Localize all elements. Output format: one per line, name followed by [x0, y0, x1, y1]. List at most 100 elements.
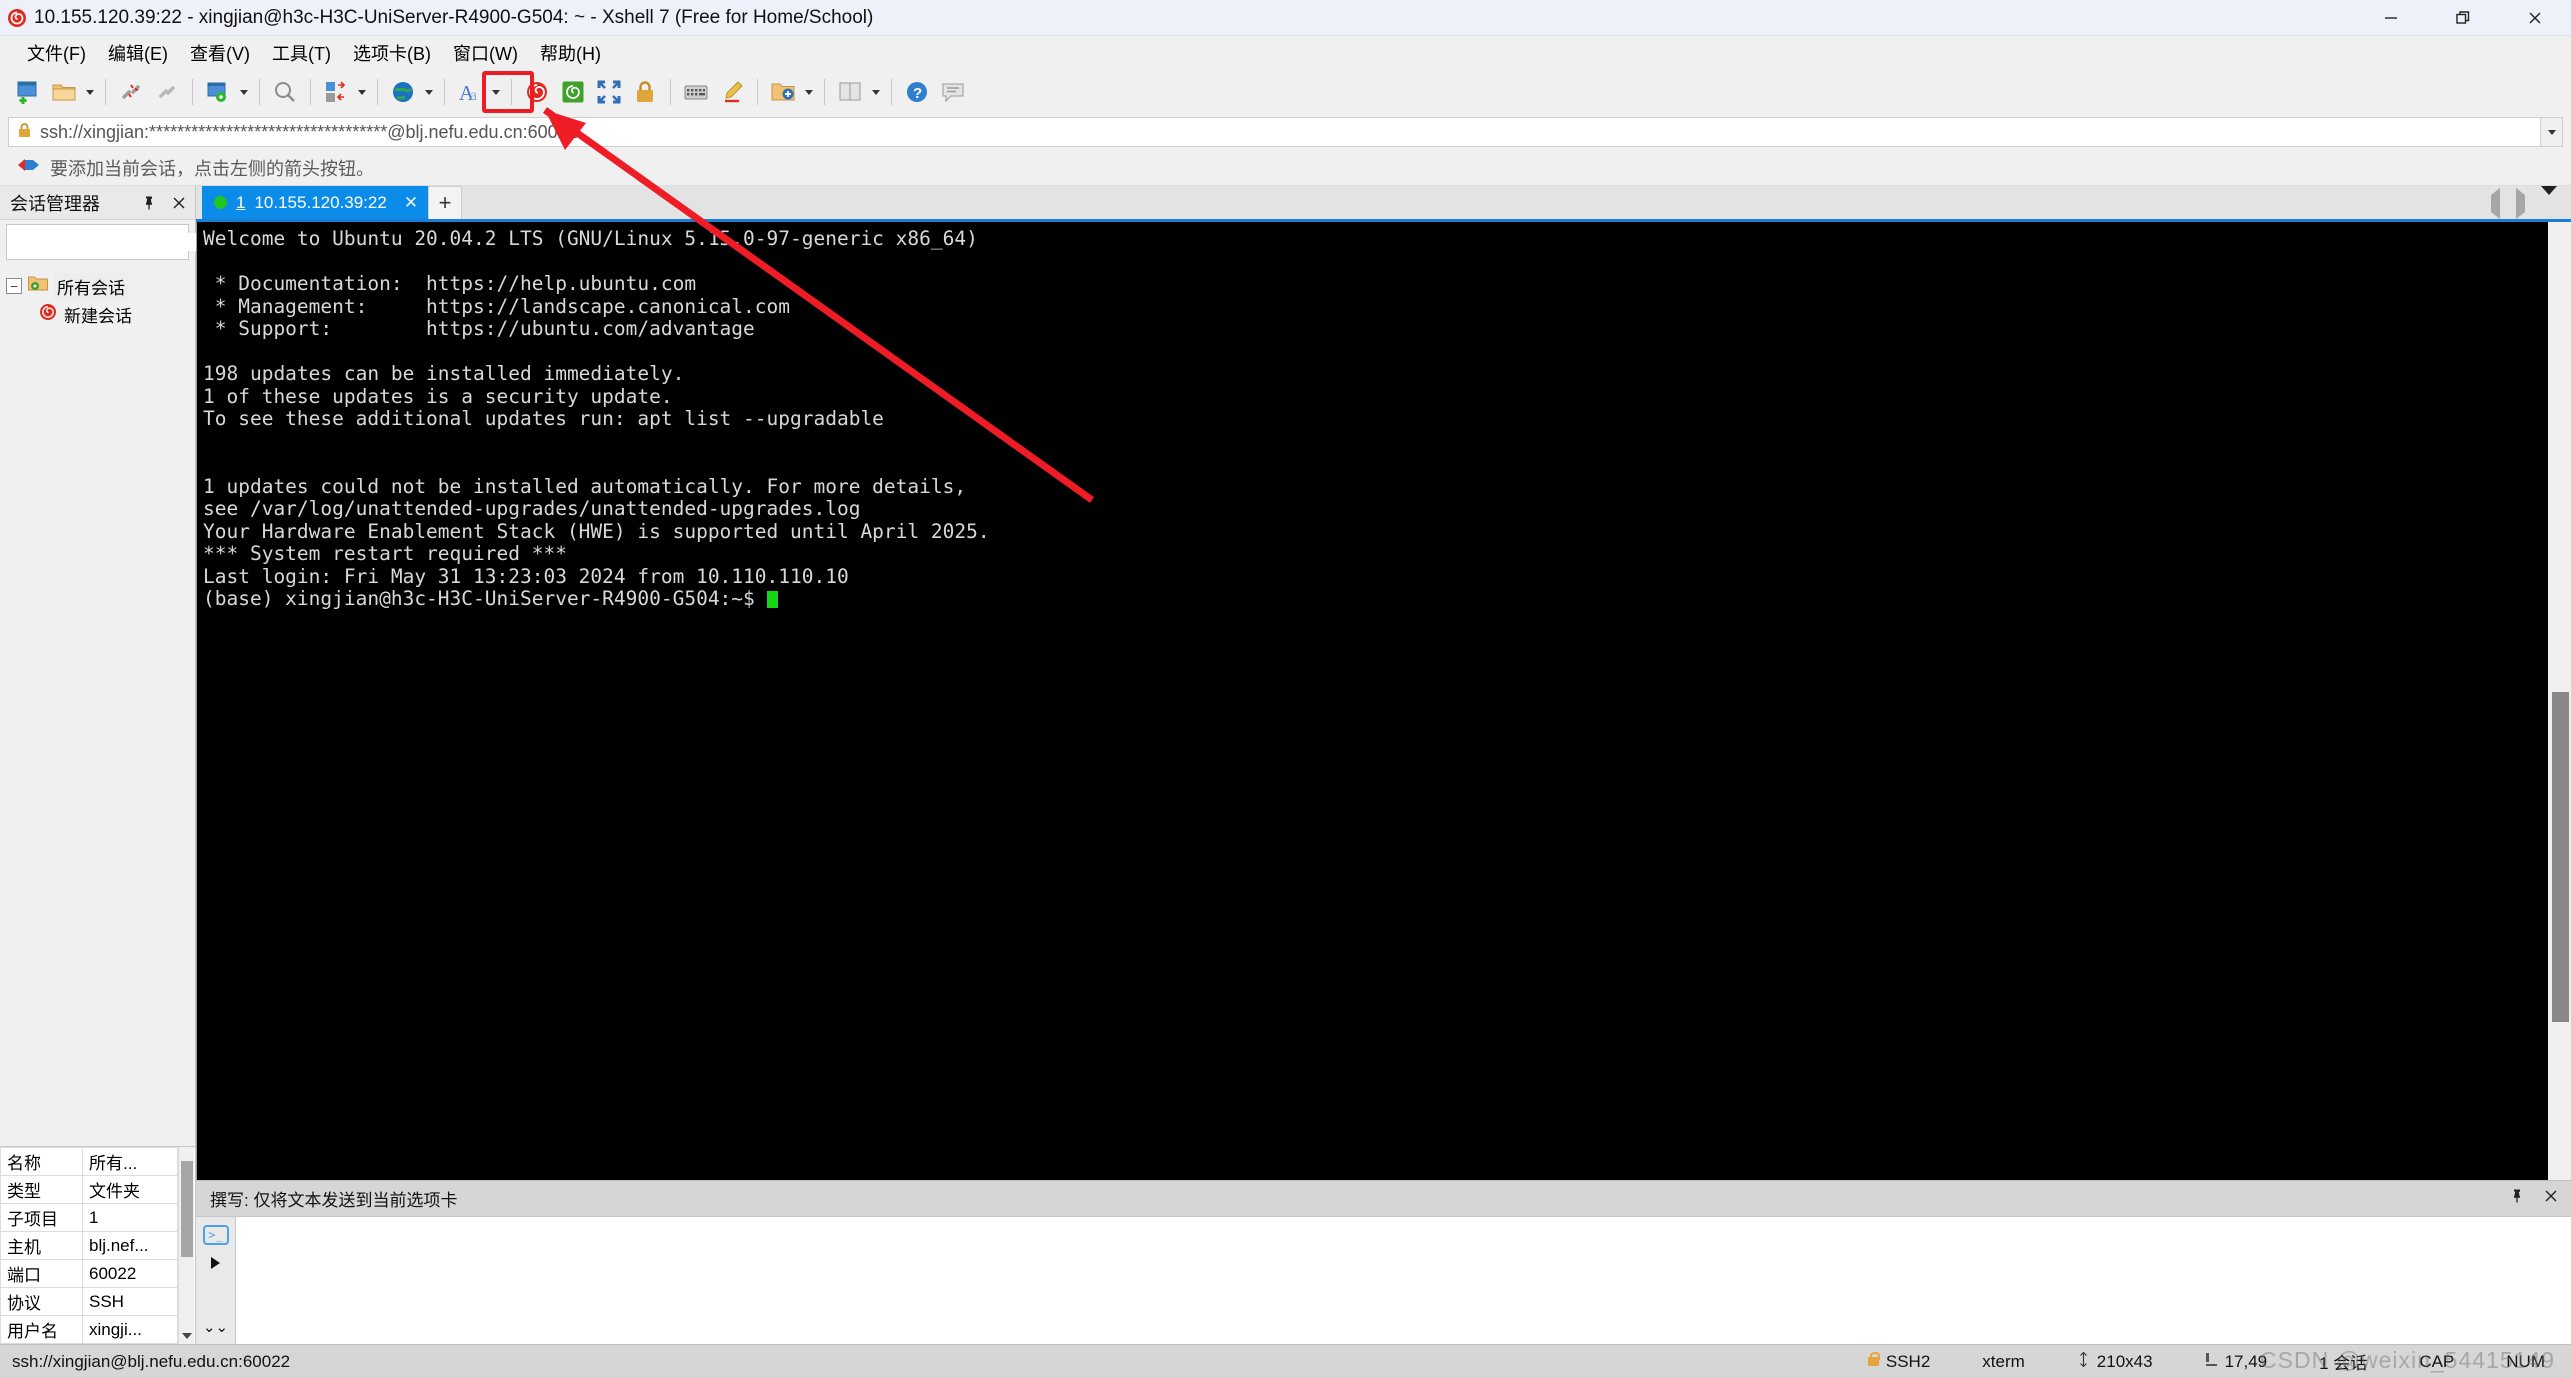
new-tab-button[interactable]: +: [428, 186, 463, 219]
menu-file[interactable]: 文件(F): [16, 36, 97, 70]
new-session-icon[interactable]: [10, 74, 46, 110]
add-folder-icon[interactable]: [765, 74, 801, 110]
tab-bar: 1 10.155.120.39:22 ✕ +: [196, 186, 2571, 222]
toolbar: A a ?: [0, 70, 2571, 114]
globe-icon[interactable]: [385, 74, 421, 110]
help-icon[interactable]: ?: [899, 74, 935, 110]
terminal-line: Your Hardware Enablement Stack (HWE) is …: [203, 519, 990, 543]
property-key: 类型: [0, 1175, 83, 1204]
terminal-prompt: (base) xingjian@h3c-H3C-UniServer-R4900-…: [203, 587, 767, 610]
status-cursor-position: 17,49: [2179, 1352, 2294, 1372]
status-sessions: 1 会话: [2319, 1354, 2368, 1373]
svg-text:a: a: [470, 87, 477, 104]
keyboard-icon[interactable]: [678, 74, 714, 110]
open-folder-icon[interactable]: [46, 74, 82, 110]
toolbar-separator: [377, 79, 378, 105]
tab-close-icon[interactable]: ✕: [404, 193, 418, 213]
menu-tools[interactable]: 工具(T): [261, 36, 342, 70]
toolbar-separator: [824, 79, 825, 105]
menu-tabs[interactable]: 选项卡(B): [342, 36, 442, 70]
open-folder-dropdown[interactable]: [82, 74, 98, 110]
terminal-line: To see these additional updates run: apt…: [203, 407, 884, 430]
menu-window[interactable]: 窗口(W): [442, 36, 529, 70]
scrollbar-thumb[interactable]: [2552, 692, 2569, 1022]
property-value: 文件夹: [82, 1175, 178, 1204]
toolbar-separator: [310, 79, 311, 105]
terminal-scrollbar[interactable]: [2547, 222, 2571, 1180]
close-icon[interactable]: [169, 193, 189, 213]
terminal-line: 1 of these updates is a security update.: [203, 384, 673, 408]
resize-icon: [2077, 1351, 2090, 1372]
app-icon: [0, 7, 34, 29]
tree-item-new-session[interactable]: 新建会话: [6, 300, 195, 328]
layout-dropdown[interactable]: [868, 74, 884, 110]
address-dropdown-button[interactable]: [2541, 117, 2563, 147]
font-dropdown[interactable]: [488, 74, 504, 110]
tab-scroll-left-icon[interactable]: [2491, 188, 2500, 219]
find-icon[interactable]: [267, 74, 303, 110]
address-input[interactable]: ssh://xingjian:*************************…: [8, 117, 2541, 147]
toolbar-separator: [670, 79, 671, 105]
xshell-session-icon: [38, 302, 58, 327]
status-connection: ssh://xingjian@blj.nefu.edu.cn:60022: [12, 1351, 291, 1371]
pin-icon[interactable]: [2509, 1188, 2525, 1209]
tab-session-1[interactable]: 1 10.155.120.39:22 ✕: [202, 186, 429, 219]
terminal-line: Welcome to Ubuntu 20.04.2 LTS (GNU/Linux…: [203, 227, 978, 250]
session-search-row[interactable]: [6, 224, 239, 260]
fullscreen-icon[interactable]: [591, 74, 627, 110]
scrollbar-thumb[interactable]: [181, 1161, 193, 1257]
reconnect-icon[interactable]: [149, 74, 185, 110]
property-value: xingji...: [82, 1315, 178, 1344]
terminal-prompt-icon[interactable]: >_: [202, 1225, 229, 1245]
tab-list-dropdown-icon[interactable]: [2541, 186, 2557, 213]
status-cursor-label: 17,49: [2224, 1351, 2268, 1371]
terminal-output[interactable]: Welcome to Ubuntu 20.04.2 LTS (GNU/Linux…: [197, 222, 2547, 1180]
toolbar-separator: [105, 79, 106, 105]
table-row: 主机 blj.nef...: [0, 1231, 178, 1260]
property-value: 所有...: [82, 1147, 178, 1176]
properties-scrollbar[interactable]: [178, 1147, 194, 1344]
transfer-file-icon[interactable]: [318, 74, 354, 110]
menu-view[interactable]: 查看(V): [179, 36, 261, 70]
lock-icon[interactable]: [627, 74, 663, 110]
xshell-window: 10.155.120.39:22 - xingjian@h3c-H3C-UniS…: [0, 0, 2571, 1378]
tree-item-label: 新建会话: [64, 306, 132, 326]
search-input[interactable]: [13, 233, 220, 251]
menu-help[interactable]: 帮助(H): [529, 36, 612, 70]
disconnect-icon[interactable]: [113, 74, 149, 110]
tree-expander-icon[interactable]: −: [6, 278, 22, 294]
compose-bar-header: 撰写: 仅将文本发送到当前选项卡: [196, 1180, 2571, 1216]
terminal-line: * Documentation: https://help.ubuntu.com: [203, 272, 697, 295]
compose-input[interactable]: [236, 1217, 2571, 1344]
font-icon[interactable]: A a: [452, 74, 488, 110]
hint-bar: 要添加当前会话，点击左侧的箭头按钮。: [0, 150, 2571, 186]
restore-button[interactable]: [2427, 0, 2499, 36]
new-ssh-session-green-button[interactable]: [555, 74, 591, 110]
transfer-file-dropdown[interactable]: [354, 74, 370, 110]
property-value: blj.nef...: [82, 1231, 178, 1260]
close-icon[interactable]: [2543, 1188, 2559, 1209]
menu-edit[interactable]: 编辑(E): [97, 36, 179, 70]
tree-item-label: 所有会话: [54, 272, 128, 300]
expand-more-icon[interactable]: ⌄⌄: [203, 1318, 228, 1336]
session-properties-table: 名称 所有... 类型 文件夹 子项目 1 主机 blj.nef... 端口 6…: [0, 1146, 195, 1344]
add-folder-dropdown[interactable]: [801, 74, 817, 110]
terminal-line: * Management: https://landscape.canonica…: [203, 294, 790, 318]
close-button[interactable]: [2499, 0, 2571, 36]
layout-icon[interactable]: [832, 74, 868, 110]
property-key: 名称: [0, 1147, 83, 1176]
highlight-pen-icon[interactable]: [714, 74, 750, 110]
tab-scroll-right-icon[interactable]: [2516, 188, 2525, 219]
send-play-icon[interactable]: [211, 1257, 220, 1269]
scroll-down-arrow-icon[interactable]: [179, 1328, 195, 1344]
table-row: 用户名 xingji...: [0, 1315, 178, 1344]
globe-dropdown[interactable]: [421, 74, 437, 110]
window-title: 10.155.120.39:22 - xingjian@h3c-H3C-UniS…: [34, 6, 874, 28]
session-properties-icon[interactable]: [200, 74, 236, 110]
tree-item-all-sessions[interactable]: − 所有会话: [6, 272, 195, 300]
xshell-icon[interactable]: [519, 74, 555, 110]
session-properties-dropdown[interactable]: [236, 74, 252, 110]
pin-icon[interactable]: [139, 193, 159, 213]
minimize-button[interactable]: [2355, 0, 2427, 36]
feedback-icon[interactable]: [935, 74, 971, 110]
